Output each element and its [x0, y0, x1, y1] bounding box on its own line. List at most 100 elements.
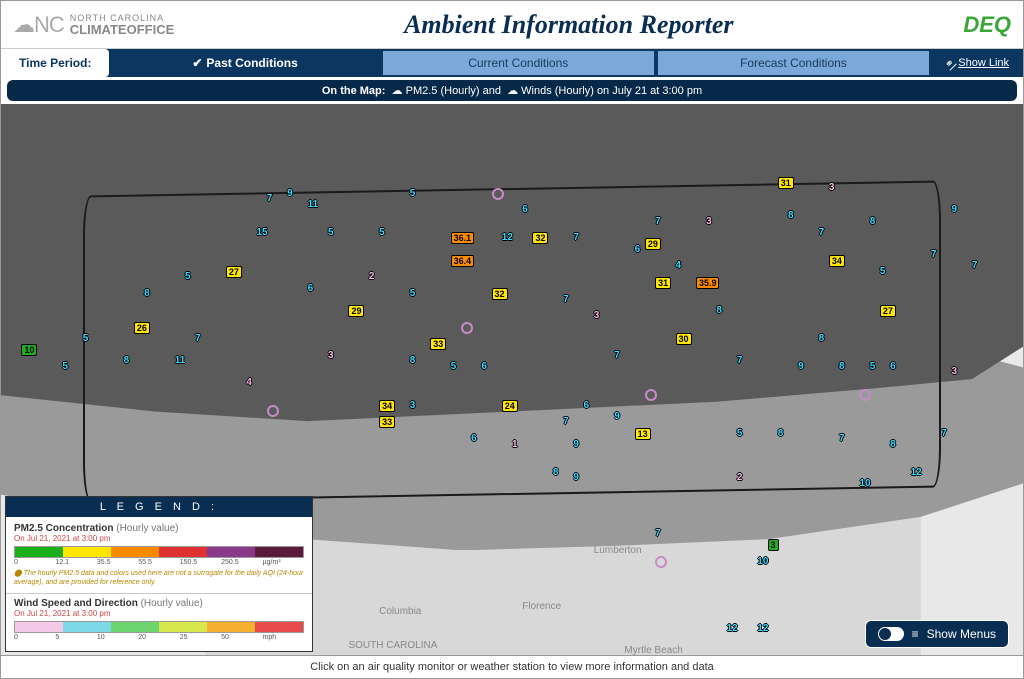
- map-marker[interactable]: 9: [573, 439, 579, 450]
- map-marker[interactable]: 9: [614, 411, 620, 422]
- map-marker[interactable]: 2: [369, 271, 375, 282]
- map-marker[interactable]: [859, 389, 871, 401]
- map-marker[interactable]: 2: [737, 472, 743, 483]
- map-marker[interactable]: 9: [951, 204, 957, 215]
- map-marker[interactable]: 24: [502, 400, 518, 412]
- map-marker[interactable]: 7: [931, 249, 937, 260]
- map-marker[interactable]: 1: [512, 439, 518, 450]
- map-marker[interactable]: 31: [778, 177, 794, 189]
- map-marker[interactable]: 5: [880, 266, 886, 277]
- map-marker[interactable]: 5: [83, 333, 89, 344]
- map-marker[interactable]: [267, 405, 279, 417]
- map-marker[interactable]: 34: [379, 400, 395, 412]
- map-marker[interactable]: [461, 322, 473, 334]
- map-marker[interactable]: [645, 389, 657, 401]
- map-marker[interactable]: 6: [471, 433, 477, 444]
- map-marker[interactable]: 35.9: [696, 277, 720, 289]
- map-marker[interactable]: 8: [716, 305, 722, 316]
- map-marker[interactable]: 8: [124, 355, 130, 366]
- map-marker[interactable]: 27: [880, 305, 896, 317]
- map-marker[interactable]: 8: [819, 333, 825, 344]
- map-marker[interactable]: 29: [348, 305, 364, 317]
- map-marker[interactable]: 5: [737, 428, 743, 439]
- map-marker[interactable]: 3: [706, 216, 712, 227]
- map-marker[interactable]: 8: [788, 210, 794, 221]
- map-marker[interactable]: 7: [573, 232, 579, 243]
- map-marker[interactable]: 26: [134, 322, 150, 334]
- map-marker[interactable]: 30: [676, 333, 692, 345]
- map-marker[interactable]: [492, 188, 504, 200]
- map-marker[interactable]: 3: [768, 539, 779, 551]
- map-marker[interactable]: 7: [839, 433, 845, 444]
- map-marker[interactable]: 6: [481, 361, 487, 372]
- map-marker[interactable]: 5: [62, 361, 68, 372]
- map-marker[interactable]: 29: [645, 238, 661, 250]
- show-link-button[interactable]: ⚭Show Link: [931, 57, 1023, 70]
- map-marker[interactable]: 36.4: [451, 255, 475, 267]
- map-marker[interactable]: [655, 556, 667, 568]
- map-marker[interactable]: 8: [553, 467, 559, 478]
- map-marker[interactable]: 12: [911, 467, 922, 478]
- map-marker[interactable]: 12: [757, 623, 768, 634]
- map-marker[interactable]: 7: [267, 193, 273, 204]
- map-marker[interactable]: 27: [226, 266, 242, 278]
- map-marker[interactable]: 3: [951, 366, 957, 377]
- map-marker[interactable]: 5: [328, 227, 334, 238]
- map-marker[interactable]: 7: [195, 333, 201, 344]
- map-marker[interactable]: 5: [379, 227, 385, 238]
- map-marker[interactable]: 8: [778, 428, 784, 439]
- map-marker[interactable]: 9: [798, 361, 804, 372]
- map-marker[interactable]: 33: [379, 416, 395, 428]
- map-marker[interactable]: 7: [614, 350, 620, 361]
- map-marker[interactable]: 6: [522, 204, 528, 215]
- map-marker[interactable]: 7: [737, 355, 743, 366]
- map-marker[interactable]: 5: [410, 288, 416, 299]
- map-marker[interactable]: 8: [144, 288, 150, 299]
- map-marker[interactable]: 33: [430, 338, 446, 350]
- map-marker[interactable]: 3: [328, 350, 334, 361]
- map-marker[interactable]: 3: [829, 182, 835, 193]
- map-marker[interactable]: 7: [563, 416, 569, 427]
- map-marker[interactable]: 6: [308, 283, 314, 294]
- map-marker[interactable]: 8: [410, 355, 416, 366]
- map-marker[interactable]: 31: [655, 277, 671, 289]
- map-marker[interactable]: 10: [757, 556, 768, 567]
- map-marker[interactable]: 12: [727, 623, 738, 634]
- map-marker[interactable]: 3: [594, 310, 600, 321]
- map-marker[interactable]: 7: [655, 528, 661, 539]
- map-marker[interactable]: 4: [676, 260, 682, 271]
- map-marker[interactable]: 6: [890, 361, 896, 372]
- map-marker[interactable]: 8: [870, 216, 876, 227]
- map-marker[interactable]: 7: [563, 294, 569, 305]
- map-marker[interactable]: 9: [287, 188, 293, 199]
- map-marker[interactable]: 8: [839, 361, 845, 372]
- show-menus-button[interactable]: ≡ Show Menus: [865, 620, 1009, 648]
- map-marker[interactable]: 6: [635, 244, 641, 255]
- tab-current-conditions[interactable]: Current Conditions: [383, 51, 654, 75]
- map-marker[interactable]: 8: [890, 439, 896, 450]
- map-marker[interactable]: 7: [819, 227, 825, 238]
- map-marker[interactable]: 7: [655, 216, 661, 227]
- map-marker[interactable]: 5: [870, 361, 876, 372]
- tab-past-conditions[interactable]: ✔Past Conditions: [109, 51, 380, 75]
- map-marker[interactable]: 3: [410, 400, 416, 411]
- map-marker[interactable]: 5: [451, 361, 457, 372]
- map-marker[interactable]: 32: [532, 232, 548, 244]
- map-marker[interactable]: 7: [941, 428, 947, 439]
- map-marker[interactable]: 34: [829, 255, 845, 267]
- map-canvas[interactable]: L E G E N D : PM2.5 Concentration (Hourl…: [1, 104, 1023, 662]
- map-marker[interactable]: 6: [584, 400, 590, 411]
- map-marker[interactable]: 36.1: [451, 232, 475, 244]
- map-marker[interactable]: 12: [502, 232, 513, 243]
- map-marker[interactable]: 5: [185, 271, 191, 282]
- tab-forecast-conditions[interactable]: Forecast Conditions: [658, 51, 929, 75]
- map-marker[interactable]: 13: [635, 428, 651, 440]
- map-marker[interactable]: 10: [859, 478, 870, 489]
- map-marker[interactable]: 4: [246, 377, 252, 388]
- map-marker[interactable]: 7: [972, 260, 978, 271]
- map-marker[interactable]: 10: [21, 344, 37, 356]
- map-marker[interactable]: 9: [573, 472, 579, 483]
- map-marker[interactable]: 11: [308, 199, 319, 210]
- map-marker[interactable]: 32: [492, 288, 508, 300]
- map-marker[interactable]: 15: [257, 227, 268, 238]
